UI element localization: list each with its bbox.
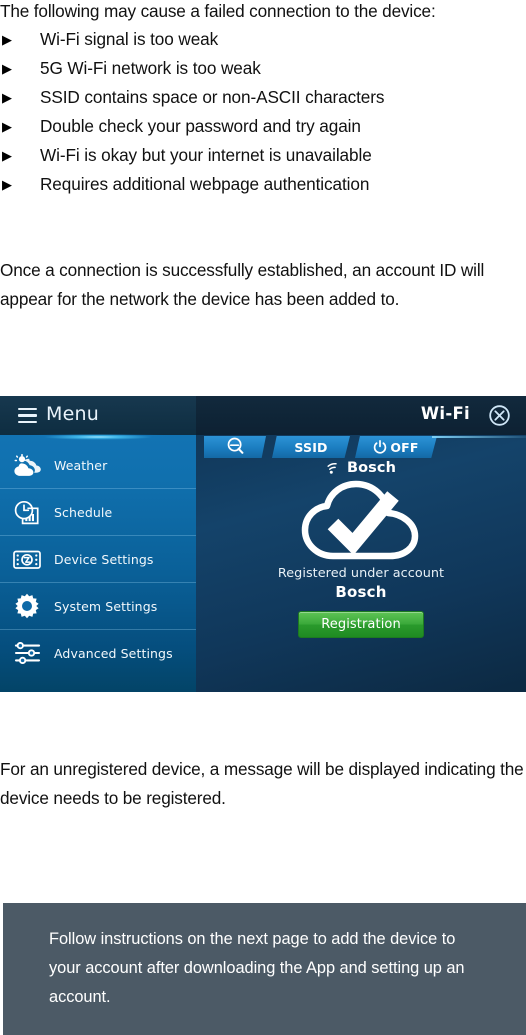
search-magnifier-icon (227, 437, 244, 457)
sidebar-item-label: System Settings (54, 598, 158, 614)
menu-title: Menu (46, 403, 99, 425)
bullet-triangle-icon: ▶ (2, 61, 12, 76)
cloud-status-wrap (196, 480, 526, 566)
page-title: Wi-Fi (420, 404, 470, 423)
tab-power-off-label: OFF (390, 439, 419, 455)
device-screen-screenshot: Menu Weather Schedule Device Settings Sy… (0, 396, 526, 692)
list-item: ▶ Double check your password and try aga… (0, 112, 526, 141)
sidebar-item-label: Advanced Settings (54, 645, 173, 661)
registration-button[interactable]: Registration (298, 611, 424, 638)
weather-cloud-sun-icon (0, 454, 54, 476)
sidebar-item-label: Weather (54, 457, 108, 473)
wifi-signal-icon (326, 462, 342, 475)
failure-causes-list: ▶ Wi-Fi signal is too weak ▶ 5G Wi-Fi ne… (0, 25, 526, 199)
paragraph-unregistered-device: For an unregistered device, a message wi… (0, 759, 524, 808)
bullet-triangle-icon: ▶ (2, 148, 12, 163)
sidebar-item-label: Device Settings (54, 551, 154, 567)
page-intro-heading: The following may cause a failed connect… (0, 1, 436, 21)
gear-icon (0, 593, 54, 619)
hamburger-menu-icon[interactable] (18, 408, 37, 424)
sidebar-glow-divider (0, 434, 196, 440)
cloud-check-icon (297, 480, 425, 566)
device-wifi-panel: Wi-Fi SSID OFF Bosch Registered under ac… (196, 396, 526, 692)
list-item: ▶ 5G Wi-Fi network is too weak (0, 54, 526, 83)
connected-ssid-label: Bosch (346, 460, 397, 476)
list-item: ▶ SSID contains space or non-ASCII chara… (0, 83, 526, 112)
registration-account-name: Bosch (335, 583, 387, 601)
sidebar-item-advanced-settings[interactable]: Advanced Settings (0, 629, 196, 676)
note-callout-text: Follow instructions on the next page to … (49, 930, 465, 1006)
tab-power-off[interactable]: OFF (355, 436, 437, 458)
note-callout: Follow instructions on the next page to … (3, 903, 526, 1035)
device-sidebar-header: Menu (0, 396, 196, 435)
list-item-label: 5G Wi-Fi network is too weak (40, 58, 261, 78)
bullet-triangle-icon: ▶ (2, 32, 12, 47)
list-item-label: Double check your password and try again (40, 116, 361, 136)
paragraph-connection-success: Once a connection is successfully establ… (0, 260, 485, 309)
device-sidebar: Menu Weather Schedule Device Settings Sy… (0, 396, 196, 692)
connected-ssid-row: Bosch (196, 460, 526, 476)
device-sidebar-items: Weather Schedule Device Settings System … (0, 442, 196, 676)
bullet-triangle-icon: ▶ (2, 177, 12, 192)
list-item: ▶ Wi-Fi is okay but your internet is una… (0, 141, 526, 170)
list-item: ▶ Requires additional webpage authentica… (0, 170, 526, 199)
sidebar-item-system-settings[interactable]: System Settings (0, 582, 196, 629)
tab-ssid-label: SSID (294, 439, 328, 455)
tab-search[interactable] (204, 436, 266, 458)
bullet-triangle-icon: ▶ (2, 90, 12, 105)
list-item-label: Requires additional webpage authenticati… (40, 174, 370, 194)
schedule-clock-chart-icon (0, 500, 54, 525)
power-icon (373, 440, 387, 454)
list-item-label: SSID contains space or non-ASCII charact… (40, 87, 385, 107)
device-settings-icon (0, 549, 54, 570)
list-item-label: Wi-Fi signal is too weak (40, 29, 219, 49)
sidebar-item-device-settings[interactable]: Device Settings (0, 535, 196, 582)
list-item-label: Wi-Fi is okay but your internet is unava… (40, 145, 372, 165)
sliders-icon (0, 642, 54, 664)
close-circle-x-icon[interactable] (488, 404, 511, 427)
sidebar-item-label: Schedule (54, 504, 113, 520)
sidebar-item-weather[interactable]: Weather (0, 442, 196, 488)
tab-ssid[interactable]: SSID (272, 436, 350, 458)
bullet-triangle-icon: ▶ (2, 119, 12, 134)
tab-row-underline (432, 436, 526, 438)
registration-caption: Registered under account (277, 566, 445, 581)
sidebar-item-schedule[interactable]: Schedule (0, 488, 196, 535)
wifi-tab-row: SSID OFF (196, 436, 526, 458)
list-item: ▶ Wi-Fi signal is too weak (0, 25, 526, 54)
device-panel-header: Wi-Fi (196, 396, 526, 435)
